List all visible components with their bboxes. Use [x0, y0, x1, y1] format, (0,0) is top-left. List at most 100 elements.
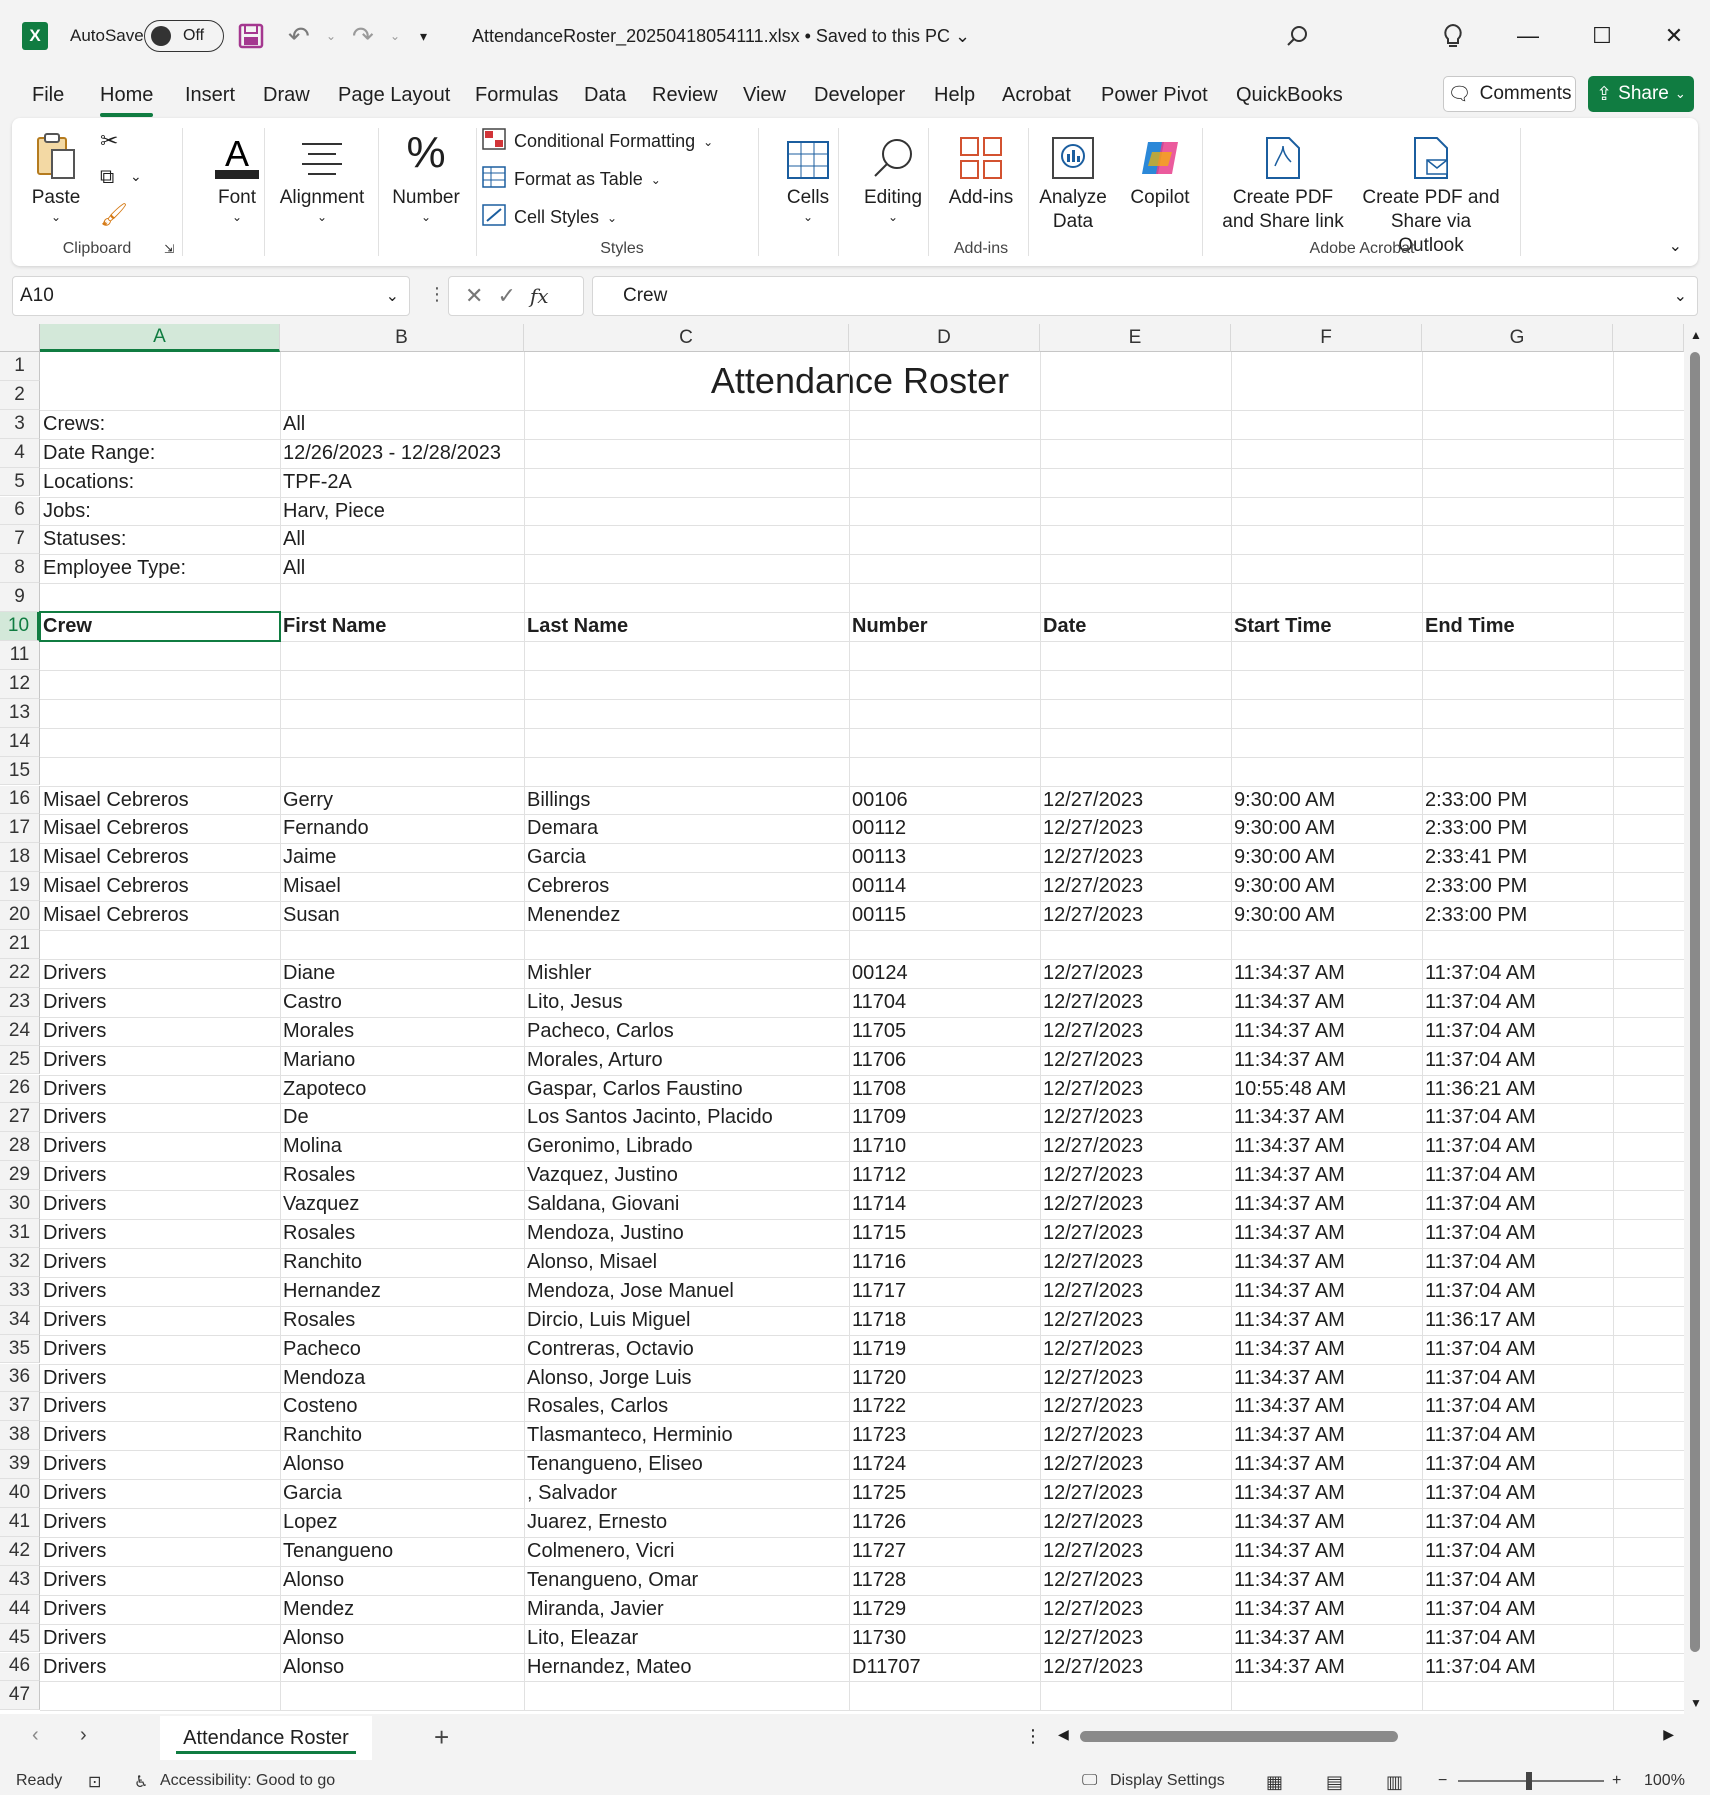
row-header[interactable]: 5 [0, 467, 40, 497]
scroll-left-icon[interactable]: ◀ [1058, 1726, 1069, 1743]
table-cell[interactable]: Mendoza [280, 1364, 365, 1392]
table-cell[interactable]: Castro [280, 988, 342, 1016]
select-all-corner[interactable] [0, 324, 40, 352]
menu-review[interactable]: Review [652, 84, 718, 107]
row-header[interactable]: 3 [0, 409, 40, 439]
zoom-slider[interactable] [1458, 1772, 1604, 1790]
table-cell[interactable]: 12/27/2023 [1040, 786, 1143, 814]
table-cell[interactable]: 11705 [849, 1017, 906, 1045]
table-cell[interactable]: 11:34:37 AM [1231, 1450, 1345, 1478]
table-cell[interactable]: 11722 [849, 1392, 906, 1420]
table-cell[interactable]: Morales, Arturo [524, 1046, 663, 1074]
table-cell[interactable]: Colmenero, Vicri [524, 1537, 674, 1565]
row-header[interactable]: 7 [0, 525, 40, 555]
table-cell[interactable]: Misael Cebreros [40, 814, 189, 842]
undo-icon[interactable]: ↶ [288, 0, 310, 72]
row-header[interactable]: 38 [0, 1421, 40, 1451]
table-cell[interactable]: 11:37:04 AM [1422, 1219, 1536, 1247]
table-cell[interactable]: 11:34:37 AM [1231, 1479, 1345, 1507]
lightbulb-icon[interactable] [1442, 0, 1464, 72]
close-icon[interactable]: ✕ [1638, 0, 1710, 72]
sheet-title[interactable]: Attendance Roster [40, 352, 1680, 410]
table-cell[interactable]: 9:30:00 AM [1231, 872, 1335, 900]
table-cell[interactable]: Drivers [40, 1421, 106, 1449]
row-header[interactable]: 14 [0, 727, 40, 757]
horizontal-scroll-thumb[interactable] [1080, 1731, 1398, 1742]
table-cell[interactable]: Drivers [40, 1277, 106, 1305]
filter-label[interactable]: Statuses: [40, 525, 126, 553]
table-cell[interactable]: Jaime [280, 843, 336, 871]
filter-label[interactable]: Jobs: [40, 497, 91, 525]
column-header-e[interactable]: E [1040, 324, 1231, 352]
previous-sheet-icon[interactable]: ‹ [32, 1724, 39, 1747]
table-cell[interactable]: 11:34:37 AM [1231, 1132, 1345, 1160]
table-cell[interactable]: 11720 [849, 1364, 906, 1392]
table-cell[interactable]: 12/27/2023 [1040, 1624, 1143, 1652]
table-cell[interactable]: 11724 [849, 1450, 906, 1478]
table-cell[interactable]: Drivers [40, 988, 106, 1016]
table-cell[interactable]: 12/27/2023 [1040, 843, 1143, 871]
table-cell[interactable]: 11:34:37 AM [1231, 1421, 1345, 1449]
next-sheet-icon[interactable]: › [80, 1724, 87, 1747]
row-header[interactable]: 28 [0, 1132, 40, 1162]
table-cell[interactable]: Drivers [40, 1653, 106, 1681]
filter-value[interactable]: All [280, 525, 305, 553]
table-header-cell[interactable]: Number [849, 612, 928, 640]
column-header-d[interactable]: D [849, 324, 1040, 352]
table-cell[interactable]: 11:34:37 AM [1231, 1566, 1345, 1594]
table-cell[interactable]: 11:34:37 AM [1231, 1508, 1345, 1536]
table-cell[interactable]: 12/27/2023 [1040, 1508, 1143, 1536]
table-cell[interactable]: Morales [280, 1017, 354, 1045]
table-cell[interactable]: Misael Cebreros [40, 901, 189, 929]
table-cell[interactable]: Mendoza, Jose Manuel [524, 1277, 734, 1305]
table-cell[interactable]: Drivers [40, 1306, 106, 1334]
cell-styles-button[interactable]: Cell Styles ⌄ [482, 204, 617, 231]
row-header[interactable]: 24 [0, 1016, 40, 1046]
row-header[interactable]: 6 [0, 496, 40, 526]
table-cell[interactable]: 11:37:04 AM [1422, 1450, 1536, 1478]
menu-acrobat[interactable]: Acrobat [1002, 84, 1071, 107]
table-cell[interactable]: Misael [280, 872, 341, 900]
row-header[interactable]: 23 [0, 987, 40, 1017]
table-cell[interactable]: Alonso [280, 1566, 344, 1594]
table-cell[interactable]: 00112 [849, 814, 906, 842]
table-cell[interactable]: 12/27/2023 [1040, 1566, 1143, 1594]
enter-icon[interactable]: ✓ [497, 283, 515, 309]
table-cell[interactable]: Contreras, Octavio [524, 1335, 694, 1363]
table-cell[interactable]: Lito, Jesus [524, 988, 623, 1016]
vertical-scroll-thumb[interactable] [1690, 352, 1700, 1652]
row-header[interactable]: 32 [0, 1247, 40, 1277]
more-options-icon[interactable]: ⋮ [428, 284, 446, 305]
table-cell[interactable]: Drivers [40, 1566, 106, 1594]
font-button[interactable]: A Font ⌄ [192, 128, 282, 225]
row-header[interactable]: 46 [0, 1652, 40, 1682]
table-cell[interactable]: Alonso [280, 1450, 344, 1478]
table-cell[interactable]: Diane [280, 959, 335, 987]
row-header[interactable]: 45 [0, 1623, 40, 1653]
column-header-h[interactable] [1613, 324, 1684, 352]
table-cell[interactable]: Hernandez [280, 1277, 381, 1305]
table-cell[interactable]: 11:37:04 AM [1422, 1364, 1536, 1392]
normal-view-icon[interactable]: ▦ [1266, 1772, 1283, 1793]
active-cell-selection[interactable] [39, 611, 281, 642]
row-header[interactable]: 33 [0, 1276, 40, 1306]
row-header[interactable]: 43 [0, 1565, 40, 1595]
menu-help[interactable]: Help [934, 84, 975, 107]
table-cell[interactable]: 11729 [849, 1595, 906, 1623]
table-cell[interactable]: Juarez, Ernesto [524, 1508, 667, 1536]
table-cell[interactable]: 12/27/2023 [1040, 814, 1143, 842]
expand-formula-bar-icon[interactable]: ⌄ [1674, 286, 1687, 306]
collapse-ribbon-icon[interactable]: ⌄ [1669, 236, 1682, 256]
table-cell[interactable]: 11:37:04 AM [1422, 1479, 1536, 1507]
table-cell[interactable]: 12/27/2023 [1040, 1450, 1143, 1478]
filter-value[interactable]: TPF-2A [280, 468, 352, 496]
table-cell[interactable]: , Salvador [524, 1479, 617, 1507]
zoom-out-icon[interactable]: − [1438, 1772, 1447, 1790]
table-cell[interactable]: 11728 [849, 1566, 906, 1594]
table-cell[interactable]: 11716 [849, 1248, 906, 1276]
table-cell[interactable]: 11:34:37 AM [1231, 1248, 1345, 1276]
table-cell[interactable]: 11:34:37 AM [1231, 959, 1345, 987]
table-cell[interactable]: 11:34:37 AM [1231, 1161, 1345, 1189]
table-cell[interactable]: 12/27/2023 [1040, 988, 1143, 1016]
table-cell[interactable]: Cebreros [524, 872, 609, 900]
